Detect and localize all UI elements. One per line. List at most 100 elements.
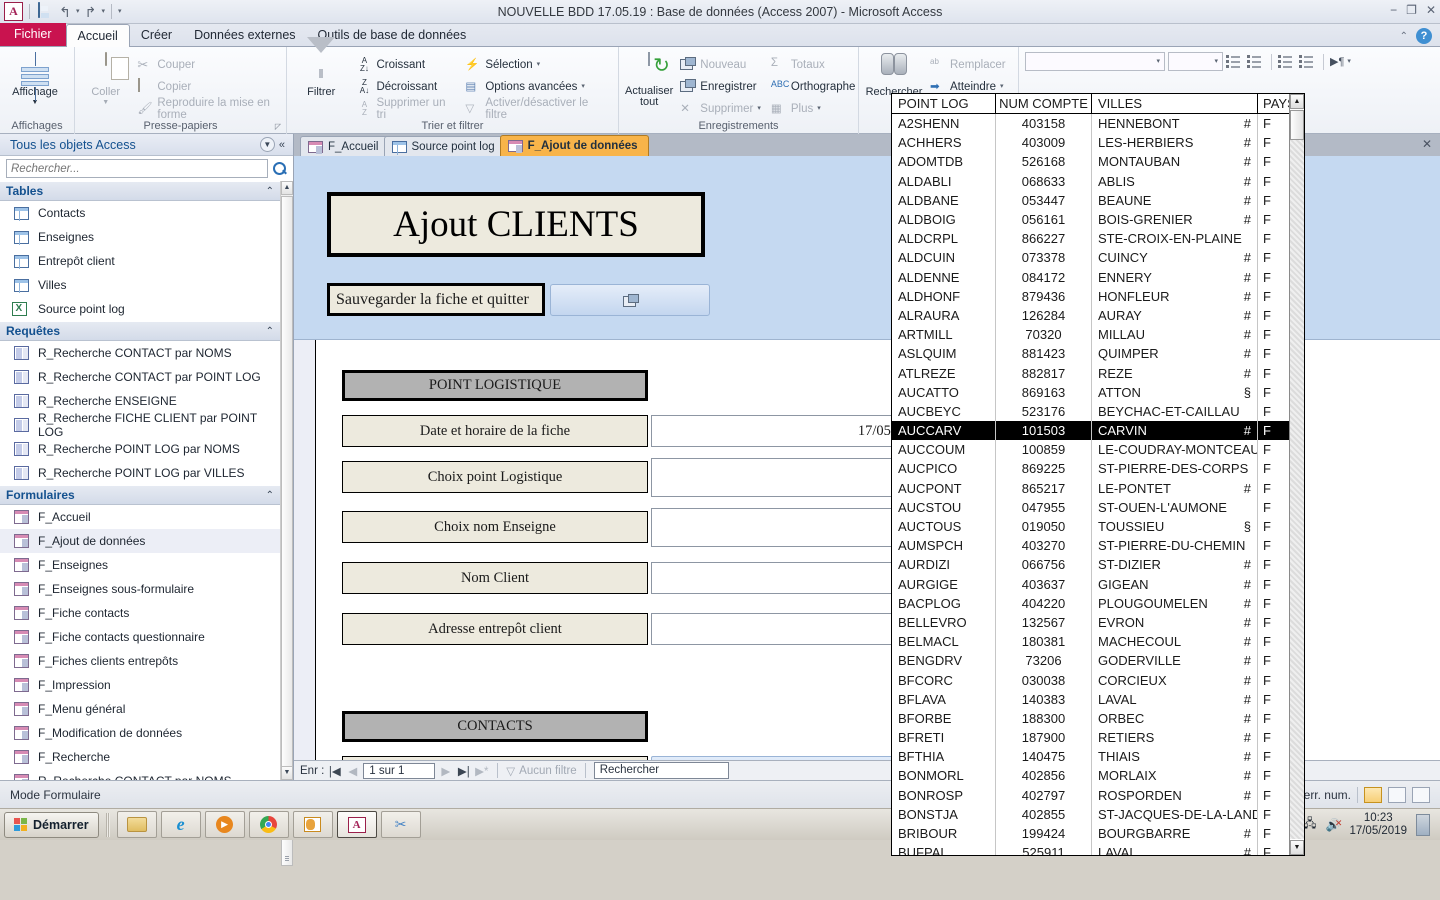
dropdown-row[interactable]: ACHHERS 403009 LES-HERBIERS # F: [892, 133, 1304, 153]
nav-item-query-pointlog-villes[interactable]: R_Recherche POINT LOG par VILLES: [0, 461, 280, 485]
nav-group-formulaires[interactable]: Formulaires ⌃: [0, 485, 280, 505]
dropdown-row[interactable]: BELLEVRO 132567 EVRON # F: [892, 612, 1304, 633]
dropdown-row[interactable]: AUCPICO 869225 ST-PIERRE-DES-CORPS F: [892, 459, 1304, 479]
dropdown-row[interactable]: ALDABLI 068633 ABLIS # F: [892, 171, 1304, 191]
dropdown-row[interactable]: AURDIZI 066756 ST-DIZIER # F: [892, 555, 1304, 575]
media-player-icon[interactable]: ▶: [204, 811, 245, 838]
rtl-icon[interactable]: ▶¶: [1330, 55, 1344, 68]
find-button[interactable]: Rechercher: [865, 51, 923, 98]
scroll-up-icon[interactable]: ▲: [281, 181, 293, 195]
nav-item-f-enseignes[interactable]: F_Enseignes: [0, 553, 280, 577]
undo-dropdown-icon[interactable]: ▾: [76, 3, 80, 21]
filter-button[interactable]: Filtrer: [293, 37, 349, 98]
redo-dropdown-icon[interactable]: ▾: [102, 3, 106, 21]
chevron-down-icon[interactable]: ▾: [537, 56, 541, 74]
save-record-button[interactable]: Enregistrer: [677, 76, 764, 97]
new-record-button[interactable]: ▶*: [474, 764, 489, 778]
undo-icon[interactable]: ↰: [57, 3, 73, 21]
nav-item-query-enseigne[interactable]: R_Recherche ENSEIGNE: [0, 389, 280, 413]
dropdown-row[interactable]: AUCBEYC 523176 BEYCHAC-ET-CAILLAU F: [892, 401, 1304, 421]
dropdown-row[interactable]: ARTMILL 70320 MILLAU # F: [892, 325, 1304, 345]
nav-item-contacts[interactable]: Contacts: [0, 201, 280, 225]
nav-item-f-recherche[interactable]: F_Recherche: [0, 745, 280, 769]
dialog-launcher-icon[interactable]: ◸: [275, 122, 281, 131]
toggle-filter-button[interactable]: ▽ Activer/désactiver le filtre: [462, 97, 612, 121]
first-record-button[interactable]: |◀: [327, 764, 342, 778]
chevron-down-icon[interactable]: ▾: [757, 100, 761, 118]
indent-increase-icon[interactable]: [1278, 53, 1296, 70]
paste-button[interactable]: Coller ▼: [81, 51, 130, 106]
network-icon[interactable]: 🖧: [1303, 814, 1316, 835]
dropdown-row[interactable]: BFTHIA 140475 THIAIS # F: [892, 747, 1304, 767]
dropdown-row[interactable]: AUCATTO 869163 ATTON § F: [892, 382, 1304, 402]
dropdown-row[interactable]: BACPLOG 404220 PLOUGOUMELEN # F: [892, 593, 1304, 613]
dropdown-row[interactable]: BELMACL 180381 MACHECOUL # F: [892, 632, 1304, 652]
dropdown-row[interactable]: AUCCARV 101503 CARVIN # F: [892, 421, 1304, 441]
selection-button[interactable]: ⚡ Sélection ▾: [462, 54, 612, 75]
advanced-options-button[interactable]: ▤ Options avancées ▾: [462, 76, 612, 97]
dropdown-row[interactable]: BFLAVA 140383 LAVAL # F: [892, 689, 1304, 709]
chevron-down-icon[interactable]: ▾: [1156, 53, 1160, 71]
nav-group-tables[interactable]: Tables ⌃: [0, 181, 280, 201]
help-icon[interactable]: ?: [1416, 28, 1432, 44]
point-log-dropdown-list[interactable]: POINT LOG NUM COMPTE VILLES PAYS A2SHENN…: [891, 93, 1305, 856]
chevron-down-icon[interactable]: ▾: [1214, 53, 1218, 71]
column-header-pays[interactable]: PAYS: [1258, 94, 1296, 113]
dropdown-row[interactable]: ALDCRPL 866227 STE-CROIX-EN-PLAINE F: [892, 229, 1304, 249]
tab-creer[interactable]: Créer: [130, 24, 183, 46]
dropdown-row[interactable]: AUCPONT 865217 LE-PONTET # F: [892, 478, 1304, 498]
scroll-up-icon[interactable]: ▲: [1290, 94, 1304, 109]
column-header-point-log[interactable]: POINT LOG: [892, 94, 996, 113]
dropdown-row[interactable]: ATLREZE 882817 REZE # F: [892, 363, 1304, 383]
bullet-list-icon[interactable]: [1226, 53, 1244, 70]
next-record-button[interactable]: ▶: [438, 764, 453, 778]
refresh-all-button[interactable]: Actualiser tout: [625, 51, 673, 108]
cut-button[interactable]: ✂ Couper: [134, 54, 280, 75]
search-input[interactable]: [6, 159, 268, 178]
doc-tab-f-accueil[interactable]: F_Accueil: [300, 136, 390, 156]
column-header-num-compte[interactable]: NUM COMPTE: [996, 94, 1092, 113]
dropdown-row[interactable]: BFRETI 187900 RETIERS # F: [892, 728, 1304, 748]
column-header-villes[interactable]: VILLES: [1092, 94, 1258, 113]
collapse-nav-icon[interactable]: «: [275, 139, 289, 151]
dropdown-row[interactable]: ALDHONF 879436 HONFLEUR # F: [892, 286, 1304, 306]
chevron-down-icon[interactable]: ▼: [102, 99, 109, 106]
previous-record-button[interactable]: ◀: [345, 764, 360, 778]
dropdown-row[interactable]: AURGIGE 403637 GIGEAN # F: [892, 574, 1304, 594]
form-view-icon[interactable]: [1364, 786, 1382, 803]
dropdown-row[interactable]: ALDBOIG 056161 BOIS-GRENIER # F: [892, 209, 1304, 230]
numbered-list-icon[interactable]: [1247, 53, 1265, 70]
view-button[interactable]: Affichage ▼: [6, 51, 64, 106]
outlook-icon[interactable]: [292, 811, 333, 838]
indent-decrease-icon[interactable]: [1299, 53, 1317, 70]
dropdown-row[interactable]: ASLQUIM 881423 QUIMPER # F: [892, 344, 1304, 364]
dropdown-row[interactable]: AUCSTOU 047955 ST-OUEN-L'AUMONE F: [892, 497, 1304, 517]
nav-item-f-impression[interactable]: F_Impression: [0, 673, 280, 697]
tab-accueil[interactable]: Accueil: [65, 24, 130, 47]
nav-item-f-ajout-de-donnees[interactable]: F_Ajout de données: [0, 529, 280, 553]
nav-item-query-fiche-client[interactable]: R_Recherche FICHE CLIENT par POINT LOG: [0, 411, 280, 439]
redo-icon[interactable]: ↱: [83, 3, 99, 21]
font-size-select[interactable]: ▾: [1168, 52, 1223, 71]
last-record-button[interactable]: ▶|: [456, 764, 471, 778]
office-button[interactable]: A: [4, 2, 23, 21]
record-search-input[interactable]: Rechercher: [593, 762, 729, 779]
nav-item-entrepot-client[interactable]: Entrepôt client: [0, 249, 280, 273]
sort-ascending-button[interactable]: A Z↓ Croissant: [353, 54, 458, 75]
nav-item-f-accueil[interactable]: F_Accueil: [0, 505, 280, 529]
dropdown-row[interactable]: BONMORL 402856 MORLAIX # F: [892, 766, 1304, 786]
save-icon[interactable]: [36, 1, 54, 21]
dropdown-row[interactable]: ADOMTDB 526168 MONTAUBAN # F: [892, 152, 1304, 172]
chevron-up-icon[interactable]: ⌃: [266, 326, 274, 337]
font-family-select[interactable]: ▾: [1025, 52, 1165, 71]
format-painter-button[interactable]: 🖌 Reproduire la mise en forme: [134, 97, 280, 121]
tab-fichier[interactable]: Fichier: [0, 23, 66, 46]
customize-qat-icon[interactable]: ▾: [118, 3, 122, 21]
restore-icon[interactable]: ❐: [1406, 3, 1417, 17]
nav-item-source-point-log[interactable]: ✦ Source point log: [0, 297, 280, 321]
chevron-up-icon[interactable]: ⌃: [266, 186, 274, 197]
nav-item-query-contact-noms[interactable]: R_Recherche CONTACT par NOMS: [0, 341, 280, 365]
dropdown-row[interactable]: A2SHENN 403158 HENNEBONT # F: [892, 114, 1304, 134]
save-and-quit-button[interactable]: [550, 284, 710, 316]
access-icon[interactable]: A: [336, 811, 377, 838]
